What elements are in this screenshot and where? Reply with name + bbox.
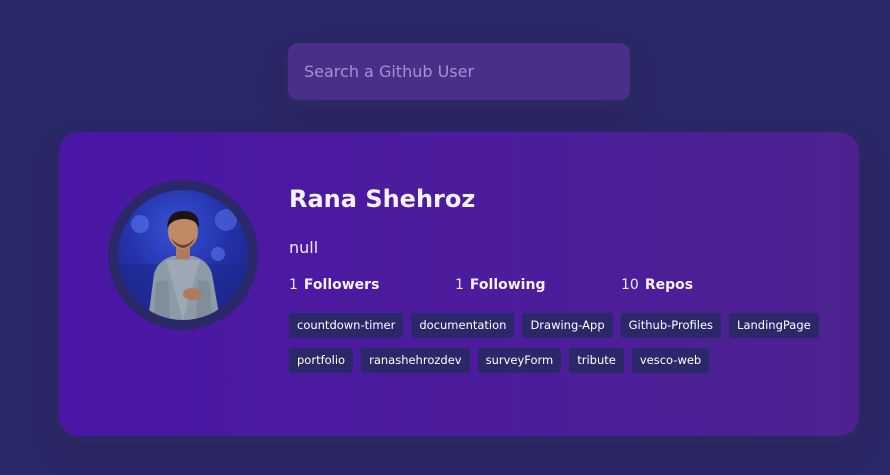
repo-link[interactable]: documentation [411,313,515,338]
user-bio: null [289,238,319,257]
profile-card: Rana Shehroz null 1 Followers 1 Following … [59,132,859,436]
user-info: Rana Shehroz null 1 Followers 1 Following … [289,182,829,373]
repo-link[interactable]: surveyForm [477,348,562,373]
repos-label: Repos [644,277,694,293]
repos-stat: 10 Repos [621,274,787,296]
followers-label: Followers [303,277,380,293]
repo-link[interactable]: LandingPage [729,313,819,338]
user-avatar [108,180,258,330]
following-count: 1 [455,277,464,293]
user-name: Rana Shehroz [289,185,476,213]
repo-link[interactable]: Github-Profiles [620,313,722,338]
search-input[interactable] [288,43,630,100]
repos-count: 10 [621,277,639,293]
repo-link[interactable]: ranashehrozdev [361,348,470,373]
followers-count: 1 [289,277,298,293]
followers-stat: 1 Followers [289,274,455,296]
repo-link[interactable]: portfolio [289,348,354,373]
repo-link[interactable]: tribute [569,348,624,373]
repo-link[interactable]: Drawing-App [522,313,613,338]
following-label: Following [469,277,546,293]
repo-link[interactable]: vesco-web [631,348,710,373]
repo-link[interactable]: countdown-timer [289,313,404,338]
following-stat: 1 Following [455,274,621,296]
repos-list: countdown-timer documentation Drawing-Ap… [289,313,829,373]
user-stats: 1 Followers 1 Following 10 Repos [289,274,829,296]
avatar-photo-icon [118,209,248,320]
search-form [288,43,630,100]
